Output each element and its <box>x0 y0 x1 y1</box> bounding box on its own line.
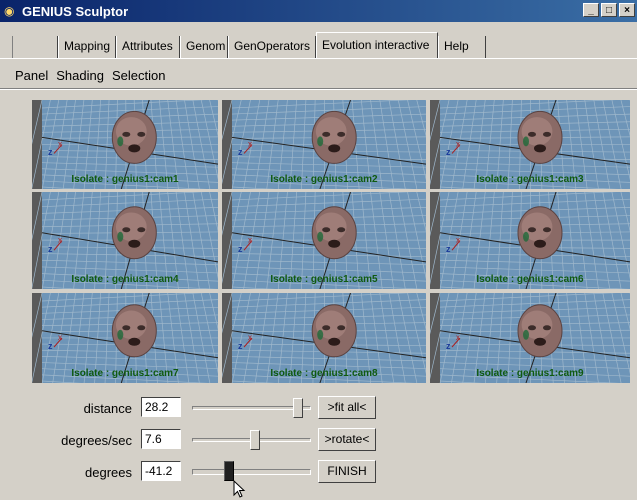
distance-label: distance <box>83 401 132 416</box>
svg-text:z: z <box>446 147 451 157</box>
camera-viewport[interactable]: z x Isolate : genius1:cam8 <box>222 293 426 383</box>
viewport-label: Isolate : genius1:cam1 <box>71 174 179 185</box>
viewport-label: Isolate : genius1:cam3 <box>476 174 584 185</box>
tab-divider <box>0 58 637 59</box>
tab-evolution-interactive-label: Evolution interactive <box>322 38 430 52</box>
svg-text:z: z <box>48 341 53 351</box>
viewport-label: Isolate : genius1:cam6 <box>476 274 584 285</box>
degrees-row: degrees -41.2 FINISH <box>0 460 637 486</box>
viewport-label: Isolate : genius1:cam7 <box>71 368 179 379</box>
camera-viewport[interactable]: z x Isolate : genius1:cam1 <box>32 100 218 189</box>
menu-shading[interactable]: Shading <box>55 68 105 83</box>
tab-blank[interactable] <box>12 36 58 58</box>
distance-field[interactable]: 28.2 <box>141 397 181 417</box>
tab-mapping-label: Mapping <box>64 39 111 53</box>
tab-genom[interactable]: Genom <box>180 36 228 58</box>
menu-panel[interactable]: Panel <box>14 68 49 83</box>
tab-help[interactable]: Help <box>438 36 486 58</box>
genius-sculptor-window: ◉ GENIUS Sculptor _ □ × Mapping Attribut… <box>0 0 637 500</box>
svg-text:z: z <box>446 341 451 351</box>
close-button[interactable]: × <box>619 3 635 17</box>
viewport-label: Isolate : genius1:cam8 <box>270 368 378 379</box>
window-controls: _ □ × <box>583 3 635 17</box>
degrees-per-sec-field[interactable]: 7.6 <box>141 429 181 449</box>
viewport-label: Isolate : genius1:cam5 <box>270 274 378 285</box>
tab-bar: Mapping Attributes Genom GenOperators Ev… <box>0 32 637 58</box>
tab-genoperators[interactable]: GenOperators <box>228 36 316 58</box>
camera-viewport[interactable]: z x Isolate : genius1:cam2 <box>222 100 426 189</box>
svg-text:z: z <box>238 341 243 351</box>
svg-text:z: z <box>446 244 451 254</box>
rotate-button[interactable]: >rotate< <box>318 428 376 451</box>
tab-help-label: Help <box>444 39 469 53</box>
camera-viewport[interactable]: z x Isolate : genius1:cam3 <box>430 100 630 189</box>
svg-text:z: z <box>238 147 243 157</box>
degrees-per-sec-label: degrees/sec <box>61 433 132 448</box>
viewport-label: Isolate : genius1:cam2 <box>270 174 378 185</box>
menu-selection[interactable]: Selection <box>111 68 166 83</box>
tab-genom-label: Genom <box>186 39 226 53</box>
degrees-per-sec-slider-thumb[interactable] <box>250 430 260 450</box>
degrees-slider[interactable] <box>192 461 311 481</box>
tab-attributes[interactable]: Attributes <box>116 36 180 58</box>
camera-viewport[interactable]: z x Isolate : genius1:cam5 <box>222 192 426 289</box>
degrees-label: degrees <box>85 465 132 480</box>
camera-viewport[interactable]: z x Isolate : genius1:cam6 <box>430 192 630 289</box>
degrees-slider-thumb[interactable] <box>224 461 234 481</box>
viewport-label: Isolate : genius1:cam9 <box>476 368 584 379</box>
svg-text:z: z <box>48 147 53 157</box>
app-logo-icon: ◉ <box>4 4 15 18</box>
distance-row: distance 28.2 >fit all< <box>0 396 637 422</box>
viewport-grid: z x Isolate : genius1:cam1 z x Isolate : geni… <box>32 100 630 383</box>
fit-all-button[interactable]: >fit all< <box>318 396 376 419</box>
menu-bar: Panel Shading Selection <box>14 68 166 83</box>
degrees-per-sec-slider[interactable] <box>192 430 311 450</box>
title-bar[interactable]: ◉ GENIUS Sculptor _ □ × <box>0 0 637 22</box>
tab-genoperators-label: GenOperators <box>234 39 311 53</box>
distance-slider[interactable] <box>192 398 311 418</box>
tab-mapping[interactable]: Mapping <box>58 36 116 58</box>
camera-viewport[interactable]: z x Isolate : genius1:cam4 <box>32 192 218 289</box>
degrees-field[interactable]: -41.2 <box>141 461 181 481</box>
tab-attributes-label: Attributes <box>122 39 173 53</box>
menu-separator-highlight <box>0 89 637 90</box>
degrees-per-sec-row: degrees/sec 7.6 >rotate< <box>0 428 637 454</box>
svg-text:z: z <box>48 244 53 254</box>
tab-evolution-interactive[interactable]: Evolution interactive <box>316 32 438 58</box>
svg-text:z: z <box>238 244 243 254</box>
maximize-button[interactable]: □ <box>601 3 617 17</box>
mouse-cursor-icon <box>233 480 246 498</box>
camera-viewport[interactable]: z x Isolate : genius1:cam7 <box>32 293 218 383</box>
camera-viewport[interactable]: z x Isolate : genius1:cam9 <box>430 293 630 383</box>
finish-button[interactable]: FINISH <box>318 460 376 483</box>
distance-slider-thumb[interactable] <box>293 398 303 418</box>
viewport-label: Isolate : genius1:cam4 <box>71 274 179 285</box>
window-title: GENIUS Sculptor <box>22 3 129 19</box>
minimize-button[interactable]: _ <box>583 3 599 17</box>
